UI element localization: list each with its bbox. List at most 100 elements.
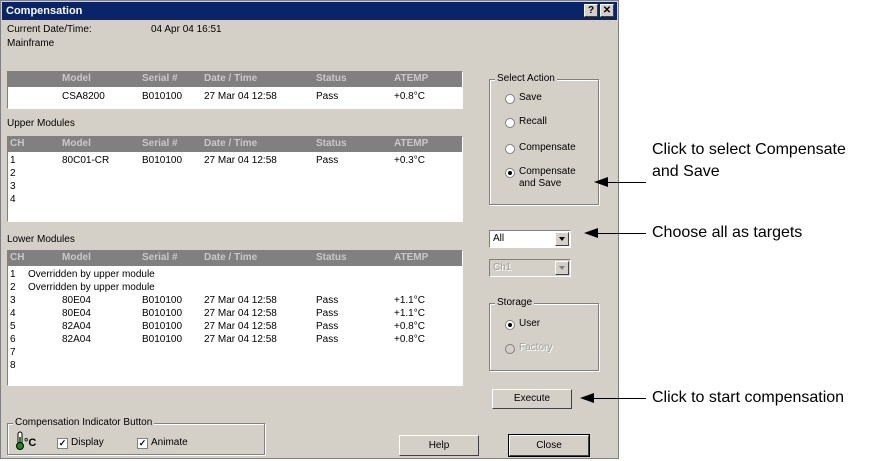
cell-ch: 4 <box>10 308 16 319</box>
col-serial: Serial # <box>142 252 178 263</box>
storage-group <box>489 303 599 371</box>
col-datetime: Date / Time <box>204 138 258 149</box>
radio-user[interactable] <box>505 320 515 330</box>
animate-checkbox[interactable]: ✓ <box>137 438 148 449</box>
radio-compensate-and-save[interactable] <box>505 168 515 178</box>
select-action-label: Select Action <box>495 73 557 84</box>
radio-recall-label[interactable]: Recall <box>519 116 547 127</box>
table-row[interactable]: 3 80E04 B010100 27 Mar 04 12:58 Pass +1.1°C <box>8 294 462 307</box>
chevron-down-icon[interactable] <box>555 232 569 246</box>
cell-serial: B010100 <box>142 295 183 306</box>
cell-ch: 3 <box>10 181 16 192</box>
mainframe-label: Mainframe <box>7 38 55 49</box>
radio-compensate-label[interactable]: Compensate <box>519 142 576 153</box>
cell-ch: 4 <box>10 194 16 205</box>
arrow-line <box>596 233 646 234</box>
celsius-unit: °C <box>24 437 37 449</box>
upper-modules-table: CH Model Serial # Date / Time Status ATE… <box>7 136 463 222</box>
cell-ch: 5 <box>10 321 16 332</box>
col-atemp: ATEMP <box>394 138 429 149</box>
mainframe-header: Model Serial # Date / Time Status ATEMP <box>8 72 462 87</box>
datetime-label: Current Date/Time: <box>7 24 92 35</box>
col-ch: CH <box>10 252 25 263</box>
col-serial: Serial # <box>142 138 178 149</box>
cell-status: Pass <box>316 295 339 306</box>
upper-header: CH Model Serial # Date / Time Status ATE… <box>8 137 462 152</box>
callout-targets: Choose all as targets <box>652 224 803 241</box>
cell-datetime: 27 Mar 04 12:58 <box>204 308 277 319</box>
arrow-line <box>592 398 646 399</box>
cell-serial: B010100 <box>142 334 183 345</box>
cell-serial: B010100 <box>142 91 183 102</box>
radio-factory-label: Factory <box>519 342 553 353</box>
channel-select[interactable]: Ch1 <box>489 259 571 277</box>
radio-save-label[interactable]: Save <box>519 92 542 103</box>
title-bar[interactable]: Compensation ? ✕ <box>2 2 617 20</box>
radio-user-label[interactable]: User <box>519 318 540 329</box>
table-row[interactable]: 3 <box>8 180 462 193</box>
col-status: Status <box>316 138 347 149</box>
display-label[interactable]: Display <box>71 437 104 448</box>
overridden-note: Overridden by upper module <box>28 269 155 280</box>
table-row[interactable]: 2 <box>8 167 462 180</box>
help-title-button[interactable]: ? <box>584 4 598 17</box>
radio-recall[interactable] <box>505 118 515 128</box>
cell-datetime: 27 Mar 04 12:58 <box>204 321 277 332</box>
callout-start: Click to start compensation <box>652 389 845 406</box>
execute-button[interactable]: Execute <box>492 389 572 409</box>
cell-model: 82A04 <box>62 321 91 332</box>
cell-ch: 2 <box>10 168 16 179</box>
display-checkbox[interactable]: ✓ <box>57 438 68 449</box>
cell-model: 80C01-CR <box>62 155 110 166</box>
col-serial: Serial # <box>142 73 178 84</box>
radio-save[interactable] <box>505 94 515 104</box>
cell-ch: 3 <box>10 295 16 306</box>
col-model: Model <box>62 73 91 84</box>
col-status: Status <box>316 73 347 84</box>
table-row[interactable]: 4 <box>8 193 462 206</box>
cell-serial: B010100 <box>142 308 183 319</box>
cell-status: Pass <box>316 91 339 102</box>
table-row[interactable]: 1 Overridden by upper module <box>8 268 462 281</box>
col-atemp: ATEMP <box>394 73 429 84</box>
lower-header: CH Model Serial # Date / Time Status ATE… <box>8 251 462 266</box>
close-button[interactable]: Close <box>508 434 590 457</box>
table-row[interactable]: 6 82A04 B010100 27 Mar 04 12:58 Pass +0.8°C <box>8 333 462 346</box>
channel-select-value: Ch1 <box>493 262 512 273</box>
col-model: Model <box>62 138 91 149</box>
col-datetime: Date / Time <box>204 73 258 84</box>
radio-compensate[interactable] <box>505 144 515 154</box>
cell-ch: 2 <box>10 282 16 293</box>
datetime-value: 04 Apr 04 16:51 <box>151 24 222 35</box>
cell-atemp: +0.8°C <box>394 321 425 332</box>
radio-compensate-and-save-label-2[interactable]: and Save <box>519 178 561 189</box>
table-row[interactable]: 4 80E04 B010100 27 Mar 04 12:58 Pass +1.1°C <box>8 307 462 320</box>
cell-model: 82A04 <box>62 334 91 345</box>
help-button[interactable]: Help <box>399 435 479 456</box>
cell-serial: B010100 <box>142 155 183 166</box>
col-model: Model <box>62 252 91 263</box>
target-select[interactable]: All <box>489 230 571 248</box>
cell-atemp: +1.1°C <box>394 308 425 319</box>
mainframe-table: Model Serial # Date / Time Status ATEMP … <box>7 71 463 109</box>
animate-label[interactable]: Animate <box>151 437 188 448</box>
col-atemp: ATEMP <box>394 252 429 263</box>
table-row[interactable]: 2 Overridden by upper module <box>8 281 462 294</box>
cell-ch: 1 <box>10 155 16 166</box>
table-row[interactable]: 5 82A04 B010100 27 Mar 04 12:58 Pass +0.8°C <box>8 320 462 333</box>
table-row[interactable]: 7 <box>8 346 462 359</box>
cell-model: 80E04 <box>62 308 91 319</box>
col-status: Status <box>316 252 347 263</box>
cell-model: CSA8200 <box>62 91 105 102</box>
close-title-button[interactable]: ✕ <box>600 4 614 17</box>
radio-compensate-and-save-label-1[interactable]: Compensate <box>519 166 576 177</box>
storage-label: Storage <box>495 297 535 308</box>
table-row[interactable]: CSA8200 B010100 27 Mar 04 12:58 Pass +0.… <box>8 90 462 103</box>
cell-atemp: +0.8°C <box>394 334 425 345</box>
table-row[interactable]: 8 <box>8 359 462 372</box>
cell-status: Pass <box>316 308 339 319</box>
overridden-note: Overridden by upper module <box>28 282 155 293</box>
cell-ch: 6 <box>10 334 16 345</box>
target-select-value: All <box>493 233 505 244</box>
table-row[interactable]: 1 80C01-CR B010100 27 Mar 04 12:58 Pass +0.3°… <box>8 154 462 167</box>
